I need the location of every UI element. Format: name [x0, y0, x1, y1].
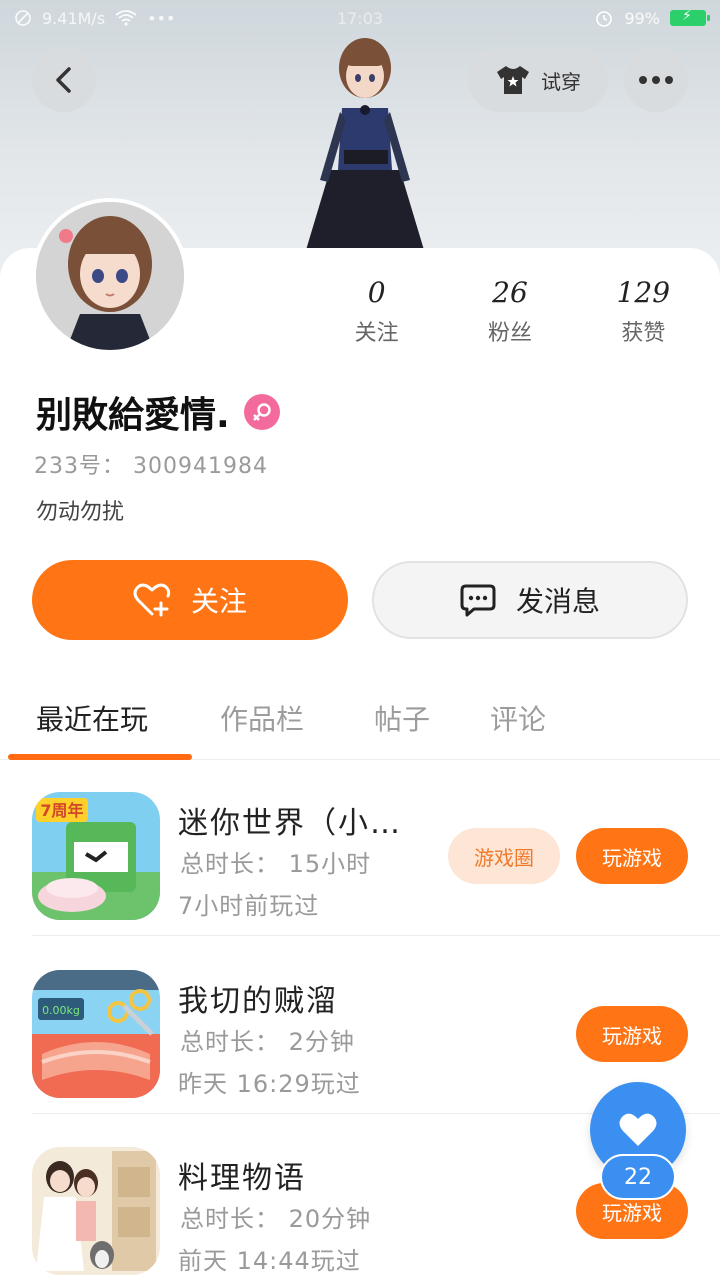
stat-fans[interactable]: 26 粉丝	[443, 276, 576, 356]
status-right: 99% ⚡	[594, 8, 710, 28]
heart-icon	[619, 1113, 657, 1146]
stat-likes-label: 获赞	[621, 321, 666, 346]
tab-comments[interactable]: 评论	[490, 698, 546, 738]
game-duration: 总时长： 2分钟	[180, 1028, 355, 1056]
game-icon-cooking-story	[32, 1147, 160, 1275]
battery-percent: 99%	[624, 8, 660, 28]
user-id: 233号： 300941984	[34, 454, 268, 479]
stat-following-value: 0	[367, 276, 386, 309]
profile-stats: 0 关注 26 粉丝 129 获赞	[310, 276, 710, 356]
chat-bubble-icon	[460, 584, 496, 617]
tshirt-icon	[497, 66, 529, 94]
game-last-played: 昨天 16:29玩过	[178, 1070, 361, 1098]
tab-works[interactable]: 作品栏	[220, 698, 304, 738]
stat-fans-value: 26	[492, 276, 528, 309]
game-duration: 总时长： 15小时	[180, 850, 372, 878]
heart-plus-icon	[133, 583, 171, 617]
tab-posts[interactable]: 帖子	[374, 698, 430, 738]
stat-fans-label: 粉丝	[487, 321, 532, 346]
game-last-played: 7小时前玩过	[178, 892, 320, 920]
game-duration: 总时长： 20分钟	[180, 1205, 372, 1233]
follow-button[interactable]: 关注	[32, 560, 348, 640]
game-icon-badge: 0.00kg	[42, 1004, 80, 1017]
game-list-item[interactable]: 7周年 迷你世界（小… 总时长： 15小时 7小时前玩过 游戏圈 玩游戏	[32, 776, 720, 936]
more-dots-icon	[639, 76, 673, 84]
row-divider	[32, 935, 720, 936]
stat-following[interactable]: 0 关注	[310, 276, 443, 356]
game-last-played: 前天 14:44玩过	[178, 1247, 361, 1275]
game-title: 料理物语	[178, 1161, 306, 1196]
game-icon-wo-qie-de-zei-liu: 0.00kg	[32, 970, 160, 1098]
play-game-button[interactable]: 玩游戏	[576, 1006, 688, 1062]
tab-recently-played[interactable]: 最近在玩	[36, 698, 148, 738]
user-name: 别敗給愛情.	[36, 395, 230, 436]
character-model-image	[300, 38, 430, 270]
follow-label: 关注	[190, 585, 247, 618]
send-message-button[interactable]: 发消息	[372, 561, 688, 639]
game-icon-badge: 7周年	[40, 801, 83, 820]
active-tab-indicator	[8, 754, 192, 760]
stat-likes[interactable]: 129 获赞	[577, 276, 710, 356]
try-on-button[interactable]: 试穿	[468, 48, 608, 112]
chevron-left-icon	[56, 67, 71, 93]
like-count-badge: 22	[600, 1154, 676, 1200]
back-button[interactable]	[32, 48, 96, 112]
more-options-button[interactable]	[624, 48, 688, 112]
user-bio: 勿动勿扰	[36, 500, 125, 525]
stat-likes-value: 129	[616, 276, 671, 309]
avatar-image	[36, 202, 184, 350]
female-gender-icon	[243, 394, 280, 430]
stat-following-label: 关注	[354, 321, 399, 346]
send-message-label: 发消息	[515, 585, 600, 618]
try-on-label: 试穿	[541, 69, 581, 94]
alarm-icon	[596, 11, 613, 27]
game-circle-button[interactable]: 游戏圈	[448, 828, 560, 884]
avatar[interactable]	[32, 198, 188, 354]
game-title: 我切的贼溜	[178, 984, 338, 1019]
name-row: 别敗給愛情.	[36, 386, 280, 438]
profile-tabs: 最近在玩 作品栏 帖子 评论	[0, 690, 720, 760]
play-game-button[interactable]: 玩游戏	[576, 828, 688, 884]
game-title: 迷你世界（小…	[178, 806, 402, 841]
battery-icon: ⚡	[670, 8, 710, 26]
game-icon-mini-world: 7周年	[32, 792, 160, 920]
